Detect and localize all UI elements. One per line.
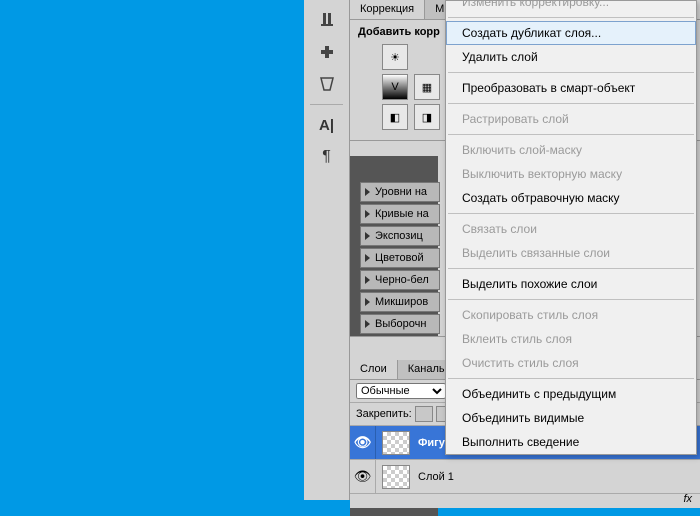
adjustment-presets-list: Уровни наКривые наЭкспозицЦветовойЧерно-… — [360, 170, 440, 336]
adjustment-preset-icon[interactable]: ◧ — [382, 104, 408, 130]
tool-icon-3[interactable] — [315, 72, 339, 96]
menu-item[interactable]: Объединить видимые — [446, 406, 696, 430]
tool-icon-2[interactable] — [315, 40, 339, 64]
menu-item[interactable]: Удалить слой — [446, 45, 696, 69]
blend-mode-select[interactable]: Обычные — [356, 383, 446, 399]
menu-item: Скопировать стиль слоя — [446, 303, 696, 327]
adjustment-preset-item[interactable]: Экспозиц — [360, 226, 440, 246]
layer-row[interactable]: 👁 Слой 1 — [350, 460, 700, 494]
menu-item[interactable]: Создать обтравочную маску — [446, 186, 696, 210]
menu-separator — [448, 378, 694, 379]
menu-item[interactable]: Объединить с предыдущим — [446, 382, 696, 406]
menu-item: Выключить векторную маску — [446, 162, 696, 186]
menu-item[interactable]: Преобразовать в смарт-объект — [446, 76, 696, 100]
tab-layers[interactable]: Слои — [350, 360, 398, 379]
visibility-eye-icon[interactable]: 👁 — [350, 426, 376, 459]
tool-icon-1[interactable] — [315, 8, 339, 32]
adjustment-preset-icon[interactable]: ▦ — [414, 74, 440, 100]
menu-item: Связать слои — [446, 217, 696, 241]
menu-item: Изменить корректировку... — [446, 0, 696, 14]
lock-transparency-icon[interactable] — [415, 406, 433, 422]
menu-separator — [448, 213, 694, 214]
adjustment-preset-item[interactable]: Микширов — [360, 292, 440, 312]
menu-separator — [448, 103, 694, 104]
fx-icon[interactable]: fx — [683, 493, 692, 505]
menu-item[interactable]: Создать дубликат слоя... — [446, 21, 696, 45]
tab-correction[interactable]: Коррекция — [350, 0, 425, 19]
menu-item[interactable]: Выделить похожие слои — [446, 272, 696, 296]
menu-item[interactable]: Выполнить сведение — [446, 430, 696, 454]
adjustment-preset-item[interactable]: Выборочн — [360, 314, 440, 334]
adjustment-preset-item[interactable]: Черно-бел — [360, 270, 440, 290]
menu-separator — [448, 268, 694, 269]
menu-separator — [448, 134, 694, 135]
menu-separator — [448, 299, 694, 300]
menu-item: Выделить связанные слои — [446, 241, 696, 265]
tool-paragraph-icon[interactable]: ¶ — [315, 145, 339, 169]
visibility-eye-icon[interactable]: 👁 — [350, 460, 376, 493]
adjustment-preset-item[interactable]: Цветовой — [360, 248, 440, 268]
menu-item: Включить слой-маску — [446, 138, 696, 162]
adjustment-preset-icon[interactable]: ☀ — [382, 44, 408, 70]
menu-item: Вклеить стиль слоя — [446, 327, 696, 351]
narrow-toolbar: A| ¶ — [304, 0, 350, 500]
tool-text-a-icon[interactable]: A| — [315, 113, 339, 137]
canvas-area[interactable] — [0, 0, 304, 500]
menu-item: Очистить стиль слоя — [446, 351, 696, 375]
adjustment-preset-icon[interactable]: ◨ — [414, 104, 440, 130]
layer-thumbnail[interactable] — [382, 465, 410, 489]
menu-item: Растрировать слой — [446, 107, 696, 131]
adjustment-preset-item[interactable]: Кривые на — [360, 204, 440, 224]
adjustment-preset-item[interactable]: Уровни на — [360, 182, 440, 202]
lock-label: Закрепить: — [356, 408, 412, 420]
adjustment-preset-icon[interactable]: V — [382, 74, 408, 100]
menu-separator — [448, 72, 694, 73]
menu-separator — [448, 17, 694, 18]
layer-thumbnail[interactable] — [382, 431, 410, 455]
layer-context-menu: Изменить корректировку... Создать дублика… — [445, 0, 697, 455]
layer-name-label[interactable]: Слой 1 — [416, 471, 700, 483]
